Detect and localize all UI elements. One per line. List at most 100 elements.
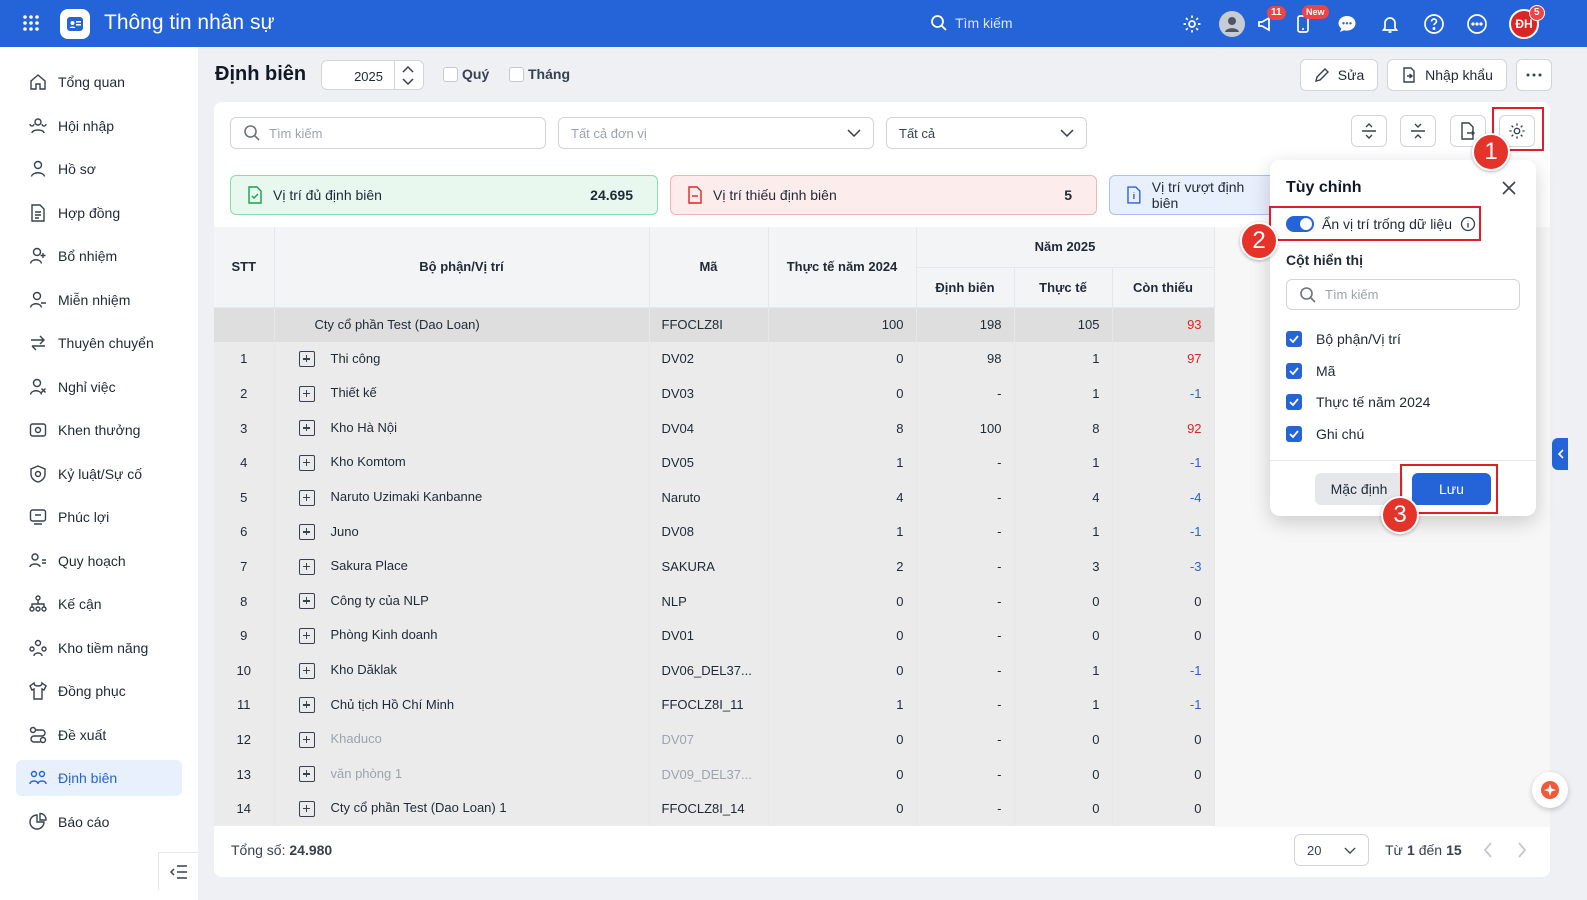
chat-icon[interactable] [1334, 11, 1360, 37]
table-row[interactable]: 10 Kho Dăklak DV06_DEL37... 0-1 -1 [214, 652, 1215, 688]
sidebar-item-1[interactable]: Tổng quan [16, 64, 182, 100]
bell-icon[interactable] [1377, 11, 1403, 37]
announcement-icon[interactable]: 11 [1253, 6, 1286, 37]
sidebar-item-5[interactable]: Bổ nhiệm [16, 238, 182, 274]
cell-code: DV07 [649, 722, 769, 757]
sidebar-item-3[interactable]: Hồ sơ [16, 151, 182, 187]
column-checkbox[interactable] [1286, 394, 1302, 411]
column-option[interactable]: Bộ phận/Vị trí [1286, 331, 1401, 347]
sidebar-item-11[interactable]: Phúc lợi [16, 499, 182, 535]
user-avatar[interactable]: ĐH 5 [1509, 5, 1545, 39]
column-checkbox[interactable] [1286, 425, 1302, 442]
table-row[interactable]: 5 Naruto Uzimaki Kanbanne Naruto 4-4 -4 [214, 479, 1215, 515]
expand-row-icon[interactable] [298, 731, 315, 748]
assistant-button[interactable] [1532, 772, 1568, 808]
table-row[interactable]: 12 Khaduco DV07 0-0 0 [214, 722, 1215, 757]
cell-stt: 1 [214, 341, 275, 377]
month-filter[interactable]: Tháng [509, 66, 570, 82]
settings-icon[interactable] [1179, 11, 1205, 37]
sidebar-item-7[interactable]: Thuyên chuyển [16, 325, 182, 361]
table-row[interactable]: 6 Juno DV08 1-1 -1 [214, 514, 1215, 550]
table-row[interactable]: 11 Chủ tịch Hồ Chí Minh FFOCLZ8I_11 1-1 -1 [214, 687, 1215, 723]
table-row[interactable]: 9 Phòng Kinh doanh DV01 0-0 0 [214, 618, 1215, 653]
table-row[interactable]: 4 Kho Komtom DV05 1-1 -1 [214, 445, 1215, 480]
collapse-sidebar-button[interactable] [158, 852, 198, 890]
sidebar-item-13[interactable]: Kế cận [16, 586, 182, 622]
stat-enough[interactable]: Vị trí đủ định biên 24.695 [230, 175, 658, 215]
expand-row-icon[interactable] [298, 662, 315, 679]
expand-row-icon[interactable] [298, 766, 315, 783]
prev-page-icon[interactable] [1483, 842, 1493, 858]
close-icon[interactable] [1502, 181, 1516, 195]
column-option[interactable]: Ghi chú [1286, 425, 1364, 442]
sidebar-item-8[interactable]: Nghỉ việc [16, 369, 182, 405]
user-avatar-icon[interactable] [1219, 11, 1245, 37]
phone-icon[interactable]: New [1290, 5, 1329, 37]
expand-row-icon[interactable] [298, 558, 315, 575]
table-row[interactable]: 13 văn phòng 1 DV09_DEL37... 0-0 0 [214, 756, 1215, 792]
status-select[interactable]: Tất cả [886, 117, 1087, 149]
table-row[interactable]: 2 Thiết kế DV03 0-1 -1 [214, 376, 1215, 411]
column-option[interactable]: Thực tế năm 2024 [1286, 394, 1430, 411]
expand-row-icon[interactable] [298, 420, 315, 437]
stat-over[interactable]: Vị trí vượt định biên [1109, 175, 1289, 215]
collapse-all-button[interactable] [1400, 115, 1436, 147]
expand-all-button[interactable] [1351, 115, 1387, 147]
sidebar-item-9[interactable]: Khen thưởng [16, 412, 182, 448]
sidebar-item-18[interactable]: Báo cáo [16, 804, 182, 840]
import-button[interactable]: Nhập khẩu [1387, 59, 1507, 91]
expand-row-icon[interactable] [298, 385, 315, 402]
table-row[interactable]: 8 Công ty của NLP NLP 0-0 0 [214, 583, 1215, 619]
table-row[interactable]: 14 Cty cổ phần Test (Dao Loan) 1 FFOCLZ8I_… [214, 791, 1215, 826]
cell-actual: 0 [1014, 618, 1113, 653]
page-size-select[interactable]: 20 [1294, 834, 1369, 866]
sidebar-item-17[interactable]: Định biên [16, 760, 182, 796]
column-checkbox[interactable] [1286, 362, 1302, 379]
table-row[interactable]: 1 Thi công DV02 0 98 1 97 [214, 341, 1215, 377]
stat-missing[interactable]: Vị trí thiếu định biên 5 [670, 175, 1097, 215]
expand-row-icon[interactable] [298, 593, 315, 610]
sidebar-item-14[interactable]: Kho tiềm năng [16, 630, 182, 666]
sidebar-item-6[interactable]: Miễn nhiệm [16, 282, 182, 318]
edit-button[interactable]: Sửa [1300, 59, 1378, 91]
more-circle-icon[interactable] [1464, 11, 1490, 37]
app-grid-icon[interactable] [22, 14, 40, 32]
column-option[interactable]: Mã [1286, 362, 1335, 379]
year-stepper[interactable]: 2025 [321, 60, 424, 90]
shield-icon [30, 464, 46, 483]
sidebar-item-12[interactable]: Quy hoạch [16, 543, 182, 579]
sidebar-item-15[interactable]: Đồng phục [16, 673, 182, 709]
month-checkbox[interactable] [509, 66, 524, 82]
expand-row-icon[interactable] [298, 800, 315, 817]
sidebar-item-4[interactable]: Hợp đồng [16, 195, 182, 231]
expand-row-icon[interactable] [298, 351, 315, 368]
table-row[interactable]: 7 Sakura Place SAKURA 2-3 -3 [214, 549, 1215, 584]
quarter-checkbox[interactable] [443, 66, 458, 82]
sidebar-item-16[interactable]: Đề xuất [16, 717, 182, 753]
expand-row-icon[interactable] [298, 454, 315, 471]
next-page-icon[interactable] [1517, 842, 1527, 858]
year-value: 2025 [354, 69, 383, 84]
expand-row-icon[interactable] [298, 627, 315, 644]
sidebar-item-10[interactable]: Kỷ luật/Sự cố [16, 456, 182, 492]
expand-row-icon[interactable] [298, 489, 315, 506]
summary-row[interactable]: Cty cổ phần Test (Dao Loan) FFOCLZ8I 100… [214, 307, 1215, 342]
expand-row-icon[interactable] [298, 697, 315, 714]
global-search[interactable]: Tìm kiếm [930, 14, 1013, 32]
table-row[interactable]: 3 Kho Hà Nội DV04 8 100 8 92 [214, 410, 1215, 446]
unit-select[interactable]: Tất cả đơn vị [558, 117, 874, 149]
side-panel-toggle[interactable] [1552, 438, 1568, 470]
table-search-input[interactable]: Tìm kiếm [230, 117, 546, 149]
column-checkbox[interactable] [1286, 331, 1302, 347]
cell-shortage: 97 [1112, 341, 1215, 377]
chevron-down-icon[interactable] [402, 78, 414, 86]
more-button[interactable] [1516, 59, 1552, 91]
column-search-input[interactable]: Tìm kiếm [1286, 279, 1520, 310]
cell-shortage: 0 [1112, 583, 1215, 619]
expand-row-icon[interactable] [298, 524, 315, 541]
quarter-filter[interactable]: Quý [443, 66, 489, 82]
help-icon[interactable] [1421, 11, 1447, 37]
sidebar-item-2[interactable]: Hội nhập [16, 108, 182, 144]
cell-actual: 1 [1014, 687, 1113, 723]
chevron-up-icon[interactable] [402, 65, 414, 73]
